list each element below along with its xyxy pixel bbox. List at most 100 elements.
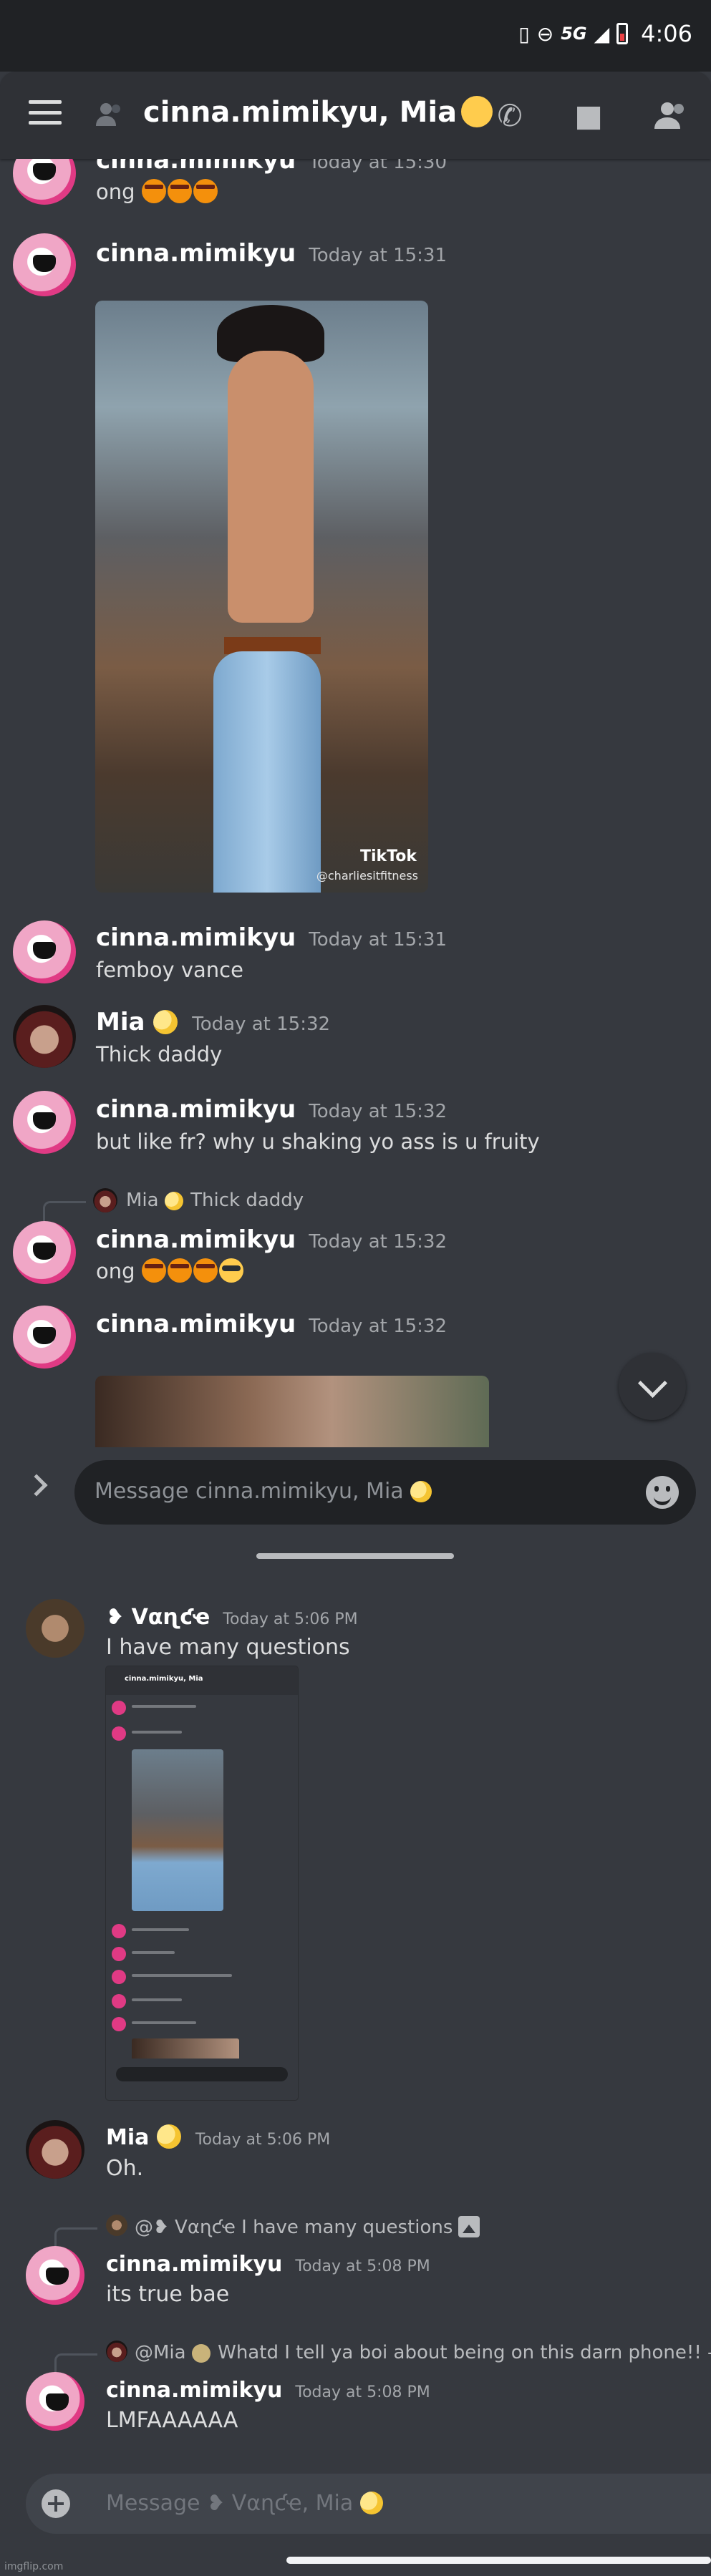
username[interactable]: cinna.mimikyu Today at 5:08 PM	[106, 2378, 430, 2403]
avatar[interactable]	[13, 159, 76, 205]
timestamp: Today at 15:30	[309, 159, 448, 173]
angry-emoji-icon	[167, 179, 192, 203]
message-text: I have many questions	[106, 1635, 350, 1660]
second-screenshot: ❥ Vαɳƈҽ Today at 5:06 PM I have many ques…	[0, 1582, 711, 2576]
timestamp: Today at 15:32	[192, 1014, 331, 1035]
avatar[interactable]	[13, 1221, 76, 1284]
timestamp: Today at 15:32	[309, 1316, 448, 1337]
mini-text-line	[132, 1731, 182, 1734]
username[interactable]: cinna.mimikyu Today at 15:31	[96, 239, 447, 268]
mini-text-line	[132, 1974, 232, 1977]
tiktok-watermark: TikTok	[359, 847, 417, 865]
username[interactable]: cinna.mimikyu Today at 15:32	[96, 1310, 447, 1338]
message-text: ong	[96, 1258, 245, 1283]
reply-connector	[54, 2227, 97, 2247]
moon-emoji-icon	[461, 96, 493, 127]
reply-avatar	[106, 2215, 127, 2236]
home-indicator[interactable]	[286, 2557, 711, 2564]
mini-avatar	[112, 1947, 126, 1961]
message-list[interactable]: cinna.mimikyu Today at 15:30 ong cinna.mi…	[0, 159, 711, 1447]
screenshot-attachment[interactable]: cinna.mimikyu, Mia	[106, 1666, 298, 2100]
image-attachment-partial[interactable]	[95, 1376, 489, 1447]
message-text: femboy vance	[96, 958, 243, 982]
battery-icon	[616, 23, 629, 44]
home-indicator[interactable]	[256, 1553, 454, 1559]
moon-emoji-icon	[164, 1192, 183, 1210]
mini-image	[132, 2038, 239, 2059]
username[interactable]: cinna.mimikyu Today at 15:32	[96, 1225, 447, 1254]
timestamp: Today at 5:08 PM	[295, 2383, 430, 2401]
dnd-icon: ⊖	[536, 21, 554, 46]
tiktok-handle: @charliesitfitness	[316, 869, 418, 883]
members-icon[interactable]	[652, 97, 689, 135]
avatar[interactable]	[26, 2120, 84, 2179]
username[interactable]: Mia Today at 5:06 PM	[106, 2124, 330, 2150]
angry-emoji-icon	[167, 1258, 192, 1283]
channel-header: cinna.mimikyu, Mia ✆ ■	[0, 72, 711, 159]
mini-text-line	[132, 2021, 196, 2024]
mini-text-line	[132, 1998, 182, 2001]
plus-icon[interactable]	[42, 2489, 70, 2518]
reply-preview[interactable]: @Mia Whatd I tell ya boi about being on …	[135, 2342, 711, 2363]
jump-to-bottom-button[interactable]	[619, 1353, 686, 1420]
message-text: Thick daddy	[96, 1042, 223, 1066]
reply-connector	[54, 2353, 97, 2373]
avatar[interactable]	[26, 2246, 84, 2305]
timestamp: Today at 5:06 PM	[195, 2131, 331, 2149]
timestamp: Today at 15:31	[309, 245, 448, 266]
hamburger-icon[interactable]	[29, 100, 62, 125]
moon-emoji-icon	[153, 1010, 178, 1034]
cowboy-emoji-icon	[218, 1258, 243, 1283]
username[interactable]: Mia Today at 15:32	[96, 1008, 330, 1036]
mini-image	[132, 1749, 223, 1911]
mini-avatar	[112, 1924, 126, 1938]
message-text: but like fr? why u shaking yo ass is u f…	[96, 1129, 540, 1154]
username[interactable]: cinna.mimikyu Today at 5:08 PM	[106, 2252, 430, 2277]
signal-icon: ◢	[594, 21, 610, 46]
message-text: its true bae	[106, 2282, 230, 2307]
avatar[interactable]	[13, 1306, 76, 1369]
avatar[interactable]	[13, 233, 76, 296]
mini-header: cinna.mimikyu, Mia	[106, 1666, 298, 1695]
angry-emoji-icon	[141, 1258, 166, 1283]
message-input[interactable]: Message cinna.mimikyu, Mia	[74, 1460, 696, 1525]
timestamp: Today at 15:32	[309, 1101, 448, 1122]
chevron-right-icon[interactable]	[25, 1474, 48, 1497]
message-composer[interactable]: Message ❥ Vαɳƈҽ, Mia	[26, 2474, 711, 2534]
username[interactable]: cinna.mimikyu Today at 15:31	[96, 923, 447, 952]
avatar[interactable]	[26, 2372, 84, 2431]
timestamp: Today at 15:31	[309, 929, 448, 951]
reply-preview[interactable]: Mia Thick daddy	[126, 1190, 304, 1211]
avatar[interactable]	[13, 920, 76, 983]
mini-text-line	[132, 1928, 189, 1931]
emoji-icon[interactable]	[646, 1476, 679, 1509]
reply-preview[interactable]: @❥ Vαɳƈҽ I have many questions	[135, 2216, 480, 2238]
vibrate-icon: ▯	[518, 21, 530, 46]
input-placeholder: Message ❥ Vαɳƈҽ, Mia	[106, 2491, 384, 2516]
timestamp: Today at 5:08 PM	[295, 2257, 430, 2275]
reply-avatar	[93, 1188, 117, 1212]
moon-emoji-icon	[156, 2124, 181, 2149]
status-bar: ▯ ⊖ 5G ◢ 4:06	[0, 0, 711, 72]
video-icon[interactable]: ■	[570, 97, 607, 135]
moon-emoji-icon	[359, 2492, 383, 2514]
tiktok-image-attachment[interactable]: TikTok @charliesitfitness	[95, 301, 428, 893]
mini-avatar	[112, 1994, 126, 2008]
username[interactable]: cinna.mimikyu Today at 15:30	[96, 159, 447, 175]
network-type: 5G	[561, 24, 587, 44]
site-watermark: imgflip.com	[4, 2561, 64, 2572]
message-text: LMFAAAAAA	[106, 2408, 238, 2433]
username[interactable]: ❥ Vαɳƈҽ Today at 5:06 PM	[106, 1605, 358, 1630]
timestamp: Today at 15:32	[309, 1231, 448, 1253]
call-icon[interactable]: ✆	[491, 97, 528, 135]
avatar[interactable]	[13, 1005, 76, 1068]
avatar[interactable]	[13, 1091, 76, 1154]
avatar[interactable]	[26, 1599, 84, 1658]
mini-text-line	[132, 1951, 175, 1954]
torso	[228, 351, 314, 623]
moon-emoji-icon	[191, 2344, 211, 2363]
username[interactable]: cinna.mimikyu Today at 15:32	[96, 1095, 447, 1124]
mini-avatar	[112, 1701, 126, 1715]
angry-emoji-icon	[141, 179, 166, 203]
reply-connector	[43, 1201, 86, 1221]
